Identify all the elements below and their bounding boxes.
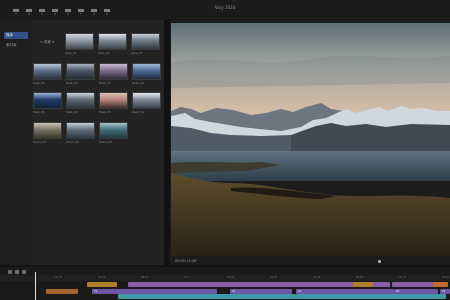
media-thumbnail[interactable] xyxy=(98,33,127,50)
timeline-clip[interactable] xyxy=(433,282,448,287)
timeline-clip[interactable] xyxy=(118,294,296,299)
ruler-tick-label: 00:05 xyxy=(98,276,106,279)
thumbnail-caption: Lake_01 xyxy=(65,51,77,55)
landscape-image xyxy=(171,23,450,256)
toolbar-tool-6[interactable]: F xyxy=(76,9,86,18)
thumbnail-caption: Shore_02 xyxy=(66,140,80,144)
toolbar-tool-5[interactable]: E xyxy=(63,9,73,18)
timeline-clip[interactable] xyxy=(128,282,390,287)
media-thumbnail[interactable] xyxy=(66,122,95,139)
ruler-tick-label: 00:30 xyxy=(313,276,321,279)
ruler-tick-label: 00:45 xyxy=(442,276,450,279)
play-icon[interactable] xyxy=(378,260,381,263)
toolbar-tool-3[interactable]: C xyxy=(37,9,47,18)
thumbnail-caption: Lake_02 xyxy=(98,51,110,55)
ruler-tick-label: 00:35 xyxy=(356,276,364,279)
thumbnail-caption: Dusk_02 xyxy=(66,81,78,85)
tool-label: A xyxy=(14,12,18,16)
thumbnail-caption: Dusk_04 xyxy=(132,81,144,85)
thumbnail-caption: Peak_01 xyxy=(33,110,45,114)
video-preview[interactable] xyxy=(171,23,450,256)
media-thumbnail[interactable] xyxy=(33,92,62,109)
tool-label: C xyxy=(40,12,44,16)
media-thumbnail[interactable] xyxy=(132,92,161,109)
media-thumbnail[interactable] xyxy=(65,33,94,50)
media-thumbnail[interactable] xyxy=(131,33,160,50)
tool-label: D xyxy=(53,12,57,16)
ruler-tick-label: 00:40 xyxy=(399,276,407,279)
sidebar xyxy=(0,20,32,265)
media-thumbnail[interactable] xyxy=(66,63,95,80)
play-timeline-icon[interactable] xyxy=(15,270,19,274)
timeline-clip[interactable] xyxy=(353,282,373,287)
thumbnail-caption: Shore_01 xyxy=(33,140,47,144)
forward-icon[interactable] xyxy=(22,270,26,274)
tool-label: G xyxy=(92,12,96,16)
toolbar-tool-7[interactable]: G xyxy=(89,9,99,18)
toolbar-tool-2[interactable]: B xyxy=(24,9,34,18)
media-thumbnail[interactable] xyxy=(99,122,128,139)
rewind-icon[interactable] xyxy=(8,270,12,274)
ruler-tick-label: 00:20 xyxy=(227,276,235,279)
sidebar-item-library[interactable]: 素材库 xyxy=(4,42,28,49)
thumbnail-caption: Shore_03 xyxy=(99,140,113,144)
tool-label: B xyxy=(27,12,31,16)
tool-label: H xyxy=(105,12,109,16)
ruler-tick-label: 00:25 xyxy=(270,276,278,279)
media-thumbnail[interactable] xyxy=(33,63,62,80)
media-thumbnail[interactable] xyxy=(33,122,62,139)
breadcrumb[interactable]: < 风景 ▾ xyxy=(40,40,54,45)
timeline-ruler[interactable] xyxy=(0,275,450,281)
thumbnail-caption: Peak_04 xyxy=(132,110,144,114)
media-thumbnail[interactable] xyxy=(66,92,95,109)
thumbnail-caption: Lake_03 xyxy=(131,51,143,55)
tool-label: E xyxy=(67,12,69,16)
ruler-tick-label: 00:15 xyxy=(184,276,192,279)
media-thumbnail[interactable] xyxy=(99,92,128,109)
sidebar-item-media[interactable]: 媒体 xyxy=(4,32,28,39)
toolbar-tool-8[interactable]: H xyxy=(102,9,112,18)
thumbnail-caption: Peak_03 xyxy=(99,110,111,114)
timeline-clip[interactable] xyxy=(87,282,117,287)
tool-label: F xyxy=(80,12,82,16)
thumbnail-caption: Dusk_03 xyxy=(99,81,111,85)
thumbnail-caption: Peak_02 xyxy=(66,110,78,114)
toolbar-tool-1[interactable]: A xyxy=(11,9,21,18)
timecode: 00:00:12:08 xyxy=(175,259,197,263)
timeline-clip[interactable] xyxy=(46,289,78,294)
timeline-clip[interactable] xyxy=(296,294,446,299)
media-thumbnail[interactable] xyxy=(132,63,161,80)
ruler-tick-label: 00:00 xyxy=(55,276,63,279)
thumbnail-caption: Dusk_01 xyxy=(33,81,45,85)
ruler-tick-label: 00:10 xyxy=(141,276,149,279)
toolbar-tool-4[interactable]: D xyxy=(50,9,60,18)
media-thumbnail[interactable] xyxy=(99,63,128,80)
playhead[interactable] xyxy=(35,272,36,300)
